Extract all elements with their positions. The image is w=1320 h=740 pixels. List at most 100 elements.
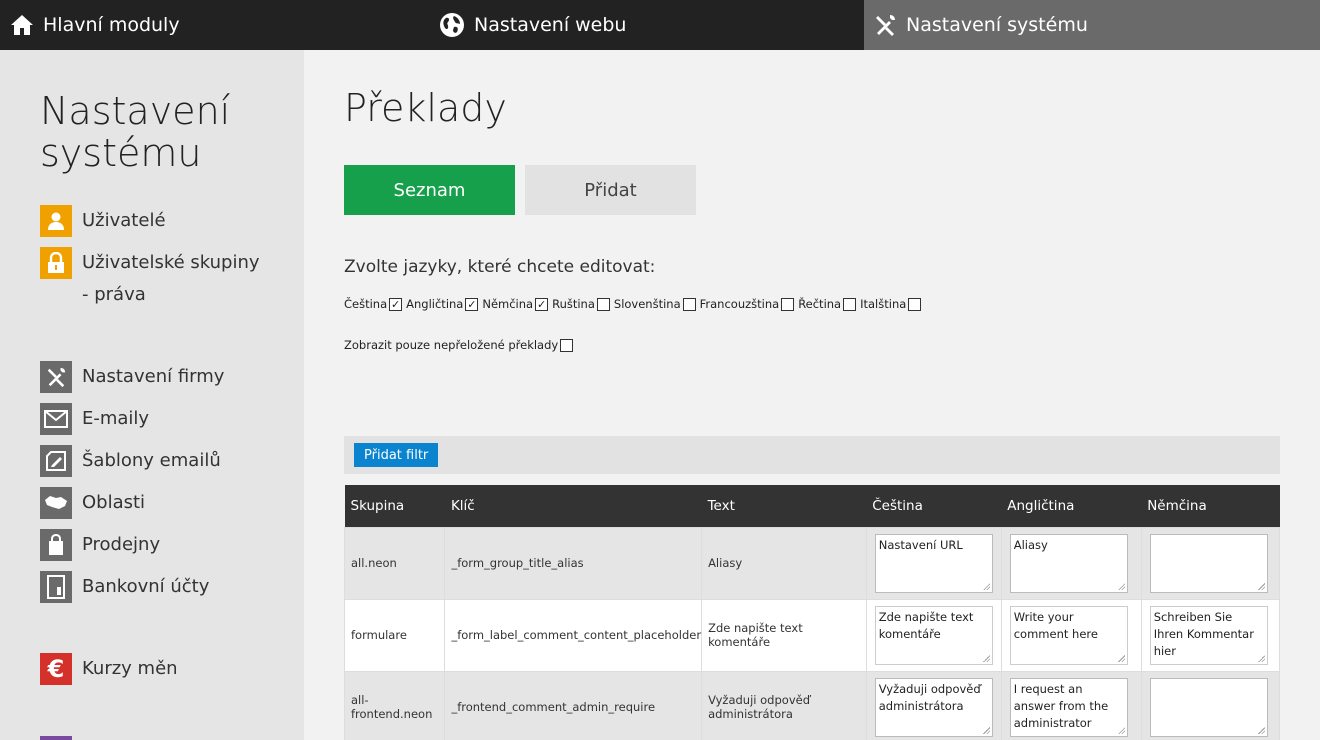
language-checkbox[interactable]: [682, 297, 696, 311]
template-icon: [40, 445, 72, 477]
sidebar-item-email-templates[interactable]: Šablony emailů: [40, 445, 221, 477]
column-header-czech[interactable]: Čeština: [866, 485, 1002, 527]
resize-handle-icon[interactable]: [1257, 726, 1265, 734]
column-header-group[interactable]: Skupina: [344, 485, 445, 527]
sidebar-item-emails[interactable]: E-maily: [40, 403, 149, 435]
column-header-german[interactable]: Němčina: [1141, 485, 1280, 527]
german-translation-input[interactable]: [1149, 533, 1268, 593]
language-label: Čeština: [344, 297, 388, 311]
map-icon: [40, 487, 72, 519]
table-row: all-frontend.neon _frontend_comment_admi…: [343, 670, 1281, 740]
resize-handle-icon[interactable]: [1117, 654, 1125, 662]
cell-english: Aliasy: [1000, 526, 1142, 600]
main-content: Překlady Seznam Přidat Zvolte jazyky, kt…: [304, 50, 1320, 740]
language-option: Francouzština: [700, 297, 795, 311]
untranslated-only-checkbox[interactable]: [560, 338, 574, 352]
resize-handle-icon[interactable]: [982, 726, 990, 734]
language-label: Řečtina: [798, 297, 842, 311]
czech-translation-input[interactable]: Nastavení URL: [874, 533, 993, 593]
add-button[interactable]: Přidat: [525, 165, 696, 215]
english-translation-input[interactable]: I request an answer from the administrat…: [1009, 677, 1128, 737]
euro-icon: €: [40, 653, 72, 685]
czech-translation-input[interactable]: Zde napište text komentáře: [874, 605, 993, 665]
column-header-key[interactable]: Klíč: [444, 485, 702, 527]
sidebar-item-regions[interactable]: Oblasti: [40, 487, 145, 519]
language-option: Čeština ✓: [344, 297, 403, 311]
german-translation-input[interactable]: Schreiben Sie Ihren Kommentar hier: [1149, 605, 1268, 665]
cell-czech: Nastavení URL: [865, 526, 1002, 600]
list-button[interactable]: Seznam: [344, 165, 515, 215]
resize-handle-icon[interactable]: [1257, 654, 1265, 662]
translations-table: Skupina Klíč Text Čeština Angličtina Něm…: [343, 485, 1281, 740]
page-title: Překlady: [344, 86, 507, 130]
language-label: Ruština: [552, 297, 595, 311]
cell-german: [1140, 670, 1281, 740]
user-icon: [40, 205, 72, 237]
cell-german: [1140, 526, 1281, 600]
cell-group: all-frontend.neon: [343, 670, 446, 740]
sidebar-item-company-settings[interactable]: Nastavení firmy: [40, 361, 224, 393]
cell-key: _form_group_title_alias: [444, 526, 703, 600]
english-translation-input[interactable]: Write your comment here: [1009, 605, 1128, 665]
language-label: Francouzština: [699, 297, 780, 311]
sidebar-item-label: Uživatelské skupiny - práva: [82, 252, 260, 305]
german-translation-input[interactable]: [1149, 677, 1268, 737]
add-filter-button[interactable]: Přidat filtr: [354, 443, 439, 467]
english-translation-value: Write your comment here: [1013, 609, 1098, 641]
sidebar-item-label: Bankovní účty: [82, 576, 210, 597]
resize-handle-icon[interactable]: [982, 654, 990, 662]
cell-text: Zde napište text komentáře: [701, 598, 867, 672]
czech-translation-value: Zde napište text komentáře: [878, 609, 974, 641]
language-option: Angličtina ✓: [406, 297, 479, 311]
cell-group: formulare: [343, 598, 446, 672]
english-translation-value: I request an answer from the administrat…: [1013, 681, 1109, 730]
sidebar-item-stores[interactable]: Prodejny: [40, 529, 160, 561]
resize-handle-icon[interactable]: [1117, 726, 1125, 734]
column-header-text[interactable]: Text: [701, 485, 867, 527]
sidebar-item-user-groups[interactable]: Uživatelské skupiny - práva: [40, 247, 262, 311]
sidebar-item-more[interactable]: [40, 736, 82, 740]
english-translation-value: Aliasy: [1013, 537, 1048, 552]
language-checkbox[interactable]: [843, 297, 857, 311]
resize-handle-icon[interactable]: [982, 582, 990, 590]
cell-english: I request an answer from the administrat…: [1000, 670, 1142, 740]
sidebar-item-users[interactable]: Uživatelé: [40, 205, 166, 237]
czech-translation-value: Vyžaduji odpověď administrátora: [878, 681, 981, 713]
sidebar-item-bank-accounts[interactable]: Bankovní účty: [40, 571, 209, 603]
cell-text: Vyžaduji odpověď administrátora: [701, 670, 867, 740]
nav-web-settings[interactable]: Nastavení webu: [432, 0, 864, 50]
language-checkbox[interactable]: [908, 297, 922, 311]
column-header-english[interactable]: Angličtina: [1001, 485, 1142, 527]
sidebar-item-currency-rates[interactable]: € Kurzy měn: [40, 653, 178, 685]
globe-icon: [439, 12, 465, 38]
language-label: Italština: [860, 297, 907, 311]
language-checkbox[interactable]: ✓: [389, 297, 403, 311]
resize-handle-icon[interactable]: [1257, 582, 1265, 590]
language-checkbox[interactable]: ✓: [535, 297, 549, 311]
language-option: Němčina ✓: [482, 297, 549, 311]
language-label: Angličtina: [406, 297, 464, 311]
czech-translation-value: Nastavení URL: [878, 537, 963, 552]
language-checkbox[interactable]: [781, 297, 795, 311]
nav-system-settings[interactable]: Nastavení systému: [864, 0, 1320, 50]
nav-main-modules-label: Hlavní moduly: [43, 14, 180, 36]
sidebar-title: Nastavení systému: [40, 89, 231, 175]
table-row: formulare _form_label_comment_content_pl…: [343, 598, 1281, 672]
sidebar-item-label: Prodejny: [82, 534, 161, 555]
cell-group: all.neon: [343, 526, 446, 600]
envelope-icon: [40, 403, 72, 435]
language-checkbox[interactable]: ✓: [465, 297, 479, 311]
cell-czech: Zde napište text komentáře: [865, 598, 1002, 672]
resize-handle-icon[interactable]: [1117, 582, 1125, 590]
sidebar-item-label: Uživatelé: [82, 210, 166, 231]
language-option: Ruština: [552, 297, 610, 311]
english-translation-input[interactable]: Aliasy: [1009, 533, 1128, 593]
czech-translation-input[interactable]: Vyžaduji odpověď administrátora: [874, 677, 993, 737]
more-icon: [40, 736, 72, 740]
nav-main-modules[interactable]: Hlavní moduly: [0, 0, 432, 50]
sidebar: Nastavení systému Uživatelé Uživatelské …: [0, 50, 304, 740]
tools-icon: [873, 13, 897, 37]
language-option: Řečtina: [798, 297, 857, 311]
language-checkbox[interactable]: [596, 297, 610, 311]
untranslated-only-option: Zobrazit pouze nepřeložené překlady: [344, 338, 574, 352]
